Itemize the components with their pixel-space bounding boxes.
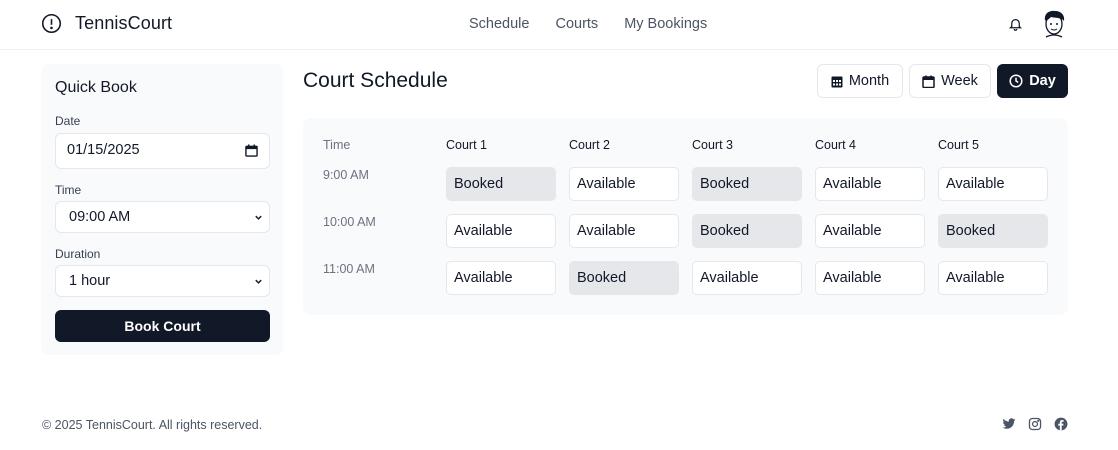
twitter-icon[interactable] — [1002, 417, 1016, 431]
calendar-grid-icon — [831, 76, 843, 87]
time-column-header: Time — [323, 138, 351, 152]
view-week-button[interactable]: Week — [909, 64, 991, 98]
time-slot-label: 9:00 AM — [323, 168, 369, 182]
date-input[interactable]: 01/15/2025 — [55, 133, 270, 169]
book-court-button[interactable]: Book Court — [55, 310, 270, 342]
slot-cell[interactable]: Available — [692, 261, 802, 295]
view-month-button[interactable]: Month — [817, 64, 903, 98]
view-day-label: Day — [1029, 73, 1056, 89]
date-value: 01/15/2025 — [67, 142, 140, 158]
nav-courts[interactable]: Courts — [555, 16, 598, 32]
slot-cell[interactable]: Available — [569, 167, 679, 201]
chevron-down-icon — [255, 215, 262, 220]
duration-select[interactable]: 1 hour — [55, 265, 270, 297]
time-label: Time — [55, 183, 82, 197]
duration-value: 1 hour — [69, 273, 111, 289]
slot-cell[interactable]: Available — [938, 261, 1048, 295]
quick-book-title: Quick Book — [55, 79, 137, 96]
quick-book-card: Quick Book Date 01/15/2025 Time 09:00 AM… — [41, 64, 283, 355]
view-week-label: Week — [941, 73, 978, 89]
nav-schedule[interactable]: Schedule — [469, 16, 529, 32]
bell-icon[interactable] — [1008, 16, 1023, 32]
slot-cell[interactable]: Booked — [692, 167, 802, 201]
alert-circle-icon — [41, 13, 62, 34]
clock-icon — [1009, 74, 1023, 88]
view-month-label: Month — [848, 73, 890, 89]
schedule-grid: Time Court 1 Court 2 Court 3 Court 4 Cou… — [303, 118, 1068, 315]
calendar-icon — [922, 75, 935, 88]
court-2-header: Court 2 — [569, 138, 610, 152]
nav-my-bookings[interactable]: My Bookings — [624, 16, 707, 32]
slot-cell[interactable]: Booked — [692, 214, 802, 248]
slot-cell[interactable]: Available — [446, 214, 556, 248]
time-slot-label: 10:00 AM — [323, 215, 376, 229]
court-1-header: Court 1 — [446, 138, 487, 152]
court-3-header: Court 3 — [692, 138, 733, 152]
chevron-down-icon — [255, 279, 262, 284]
slot-cell[interactable]: Available — [938, 167, 1048, 201]
court-5-header: Court 5 — [938, 138, 979, 152]
user-avatar[interactable] — [1040, 9, 1068, 39]
court-4-header: Court 4 — [815, 138, 856, 152]
slot-cell[interactable]: Booked — [446, 167, 556, 201]
slot-cell[interactable]: Available — [815, 261, 925, 295]
instagram-icon[interactable] — [1028, 417, 1042, 431]
date-label: Date — [55, 114, 81, 128]
main-nav: Schedule Courts My Bookings — [469, 16, 733, 32]
slot-cell[interactable]: Available — [815, 167, 925, 201]
copyright-text: © 2025 TennisCourt. All rights reserved. — [42, 418, 263, 432]
time-select[interactable]: 09:00 AM — [55, 201, 270, 233]
slot-cell[interactable]: Booked — [938, 214, 1048, 248]
slot-cell[interactable]: Available — [446, 261, 556, 295]
slot-cell[interactable]: Available — [569, 214, 679, 248]
brand-name: TennisCourt — [75, 13, 173, 33]
top-header: TennisCourt Schedule Courts My Bookings — [0, 0, 1118, 50]
calendar-icon[interactable] — [245, 144, 258, 157]
time-slot-label: 11:00 AM — [323, 262, 375, 276]
facebook-icon[interactable] — [1054, 417, 1068, 431]
duration-label: Duration — [55, 247, 101, 261]
slot-cell[interactable]: Booked — [569, 261, 679, 295]
view-day-button[interactable]: Day — [997, 64, 1068, 98]
time-value: 09:00 AM — [69, 209, 131, 225]
slot-cell[interactable]: Available — [815, 214, 925, 248]
brand[interactable]: TennisCourt — [41, 13, 172, 34]
page-title: Court Schedule — [303, 69, 448, 92]
